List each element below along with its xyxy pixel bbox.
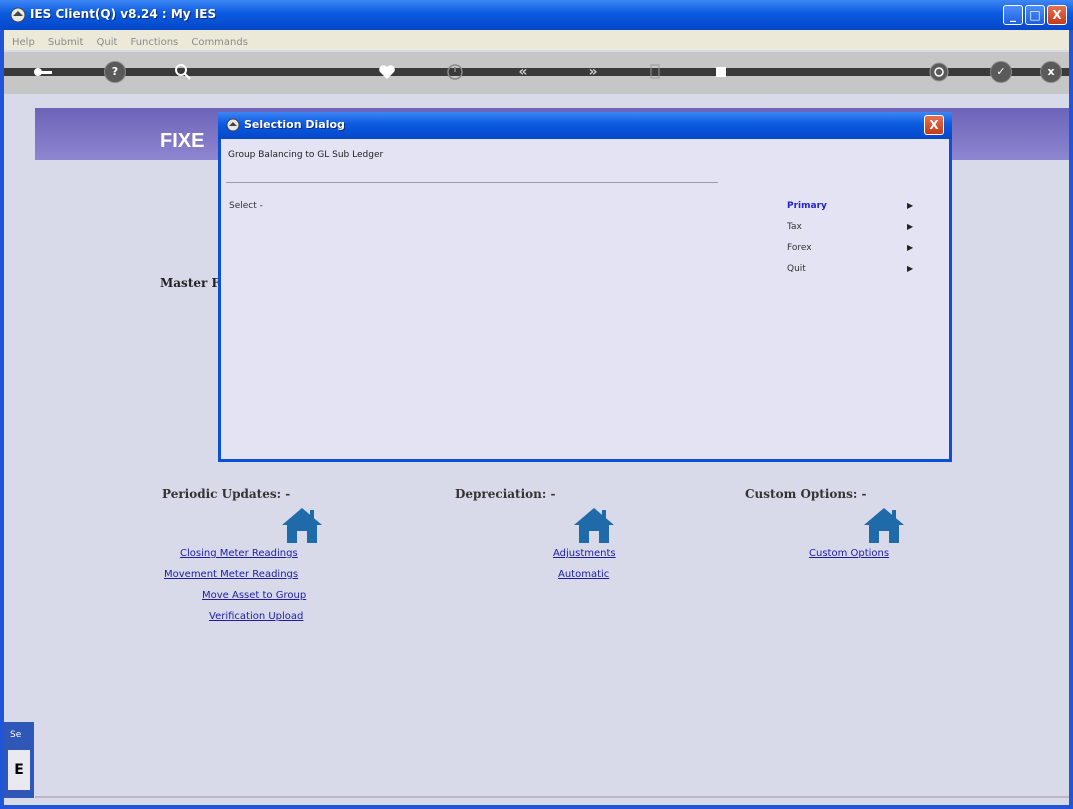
forward-icon[interactable]: » <box>582 61 604 83</box>
refresh-icon[interactable] <box>928 61 950 83</box>
arrow-right-icon: ▶ <box>907 243 914 252</box>
minimize-button[interactable]: _ <box>1003 5 1023 25</box>
automatic-link[interactable]: Automatic <box>558 569 609 580</box>
option-quit-label: Quit <box>787 264 806 274</box>
home-icon[interactable] <box>280 505 324 545</box>
app-icon <box>10 7 26 23</box>
toolbar-track <box>4 68 1069 76</box>
close-button[interactable]: X <box>1047 5 1067 25</box>
option-primary[interactable]: Primary ▶ <box>787 201 917 217</box>
search-icon[interactable] <box>172 61 194 83</box>
page-icon[interactable] <box>644 61 666 83</box>
movement-meter-readings-link[interactable]: Movement Meter Readings <box>164 569 298 580</box>
adjustments-link[interactable]: Adjustments <box>553 548 616 559</box>
menu-functions[interactable]: Functions <box>131 37 179 48</box>
arrow-right-icon: ▶ <box>907 201 914 210</box>
arrow-right-icon: ▶ <box>907 222 914 231</box>
home-icon[interactable] <box>572 505 616 545</box>
option-primary-label: Primary <box>787 201 827 211</box>
menu-quit[interactable]: Quit <box>96 37 117 48</box>
dialog-separator <box>226 182 718 183</box>
dialog-titlebar[interactable]: Selection Dialog X <box>218 112 952 139</box>
closing-meter-readings-link[interactable]: Closing Meter Readings <box>180 548 298 559</box>
dialog-app-icon <box>226 118 240 132</box>
menu-commands[interactable]: Commands <box>191 37 248 48</box>
menubar: Help Submit Quit Functions Commands <box>4 30 1069 50</box>
key-icon[interactable] <box>32 61 54 83</box>
window-title: IES Client(Q) v8.24 : My IES <box>30 7 217 21</box>
window-titlebar[interactable]: IES Client(Q) v8.24 : My IES _ □ X <box>0 0 1073 30</box>
page-banner-title: FIXE <box>160 130 205 152</box>
menu-submit[interactable]: Submit <box>48 37 83 48</box>
back-icon[interactable]: « <box>512 61 534 83</box>
left-tab-button[interactable]: E <box>8 750 30 790</box>
arrow-right-icon: ▶ <box>907 264 914 273</box>
verification-upload-link[interactable]: Verification Upload <box>209 611 303 622</box>
option-quit[interactable]: Quit ▶ <box>787 264 917 280</box>
stop-icon[interactable] <box>710 61 732 83</box>
option-tax-label: Tax <box>787 222 802 232</box>
dialog-select-label: Select - <box>229 201 263 211</box>
home-icon[interactable] <box>862 505 906 545</box>
clock-icon[interactable] <box>444 61 466 83</box>
move-asset-to-group-link[interactable]: Move Asset to Group <box>202 590 306 601</box>
page-bottom-border <box>35 796 1069 798</box>
cancel-icon[interactable]: x <box>1040 61 1062 83</box>
custom-options-link[interactable]: Custom Options <box>809 548 889 559</box>
option-tax[interactable]: Tax ▶ <box>787 222 917 238</box>
left-side-tab[interactable]: Se E <box>4 722 34 798</box>
dialog-close-button[interactable]: X <box>924 115 944 135</box>
dialog-title: Selection Dialog <box>244 118 345 131</box>
left-tab-label: Se <box>10 730 22 740</box>
dialog-subtitle: Group Balancing to GL Sub Ledger <box>228 150 384 160</box>
help-icon[interactable]: ? <box>104 61 126 83</box>
master-files-label: Master F <box>160 276 221 290</box>
depreciation-title: Depreciation: - <box>455 487 556 501</box>
custom-options-title: Custom Options: - <box>745 487 867 501</box>
maximize-button[interactable]: □ <box>1025 5 1045 25</box>
selection-dialog <box>218 112 952 462</box>
option-forex[interactable]: Forex ▶ <box>787 243 917 259</box>
menu-help[interactable]: Help <box>12 37 35 48</box>
check-icon[interactable]: ✓ <box>990 61 1012 83</box>
toolbar: ? « » ✓ x <box>4 52 1069 94</box>
option-forex-label: Forex <box>787 243 812 253</box>
periodic-updates-title: Periodic Updates: - <box>162 487 291 501</box>
heart-icon[interactable] <box>376 61 398 83</box>
